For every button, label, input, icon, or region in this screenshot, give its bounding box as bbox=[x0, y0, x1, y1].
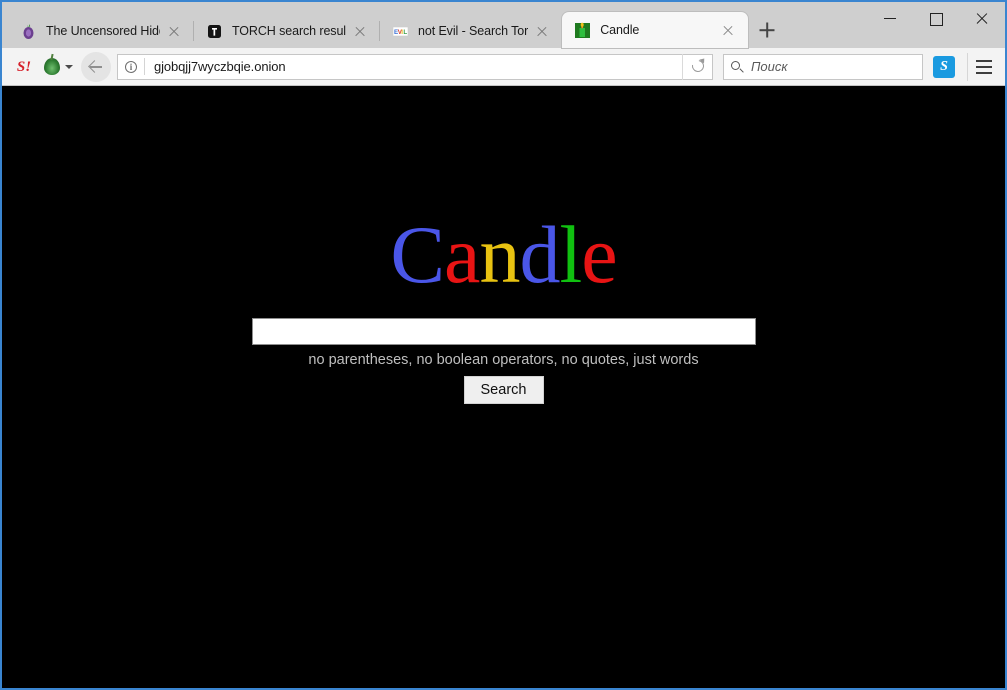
search-hint: no parentheses, no boolean operators, no… bbox=[308, 352, 699, 368]
new-tab-button[interactable] bbox=[752, 15, 782, 45]
browser-window: The Uncensored Hidde... TORCH search res… bbox=[0, 0, 1007, 690]
tab-close-icon[interactable] bbox=[718, 20, 738, 40]
title-bar: The Uncensored Hidde... TORCH search res… bbox=[2, 0, 1005, 48]
tab-candle[interactable]: Candle bbox=[562, 12, 749, 48]
back-button[interactable] bbox=[81, 51, 111, 82]
tab-close-icon[interactable] bbox=[350, 21, 370, 41]
url-input[interactable]: gjobqjj7wyczbqie.onion bbox=[145, 59, 682, 74]
search-icon bbox=[724, 55, 748, 79]
hamburger-menu-icon[interactable] bbox=[967, 52, 997, 81]
sputnik-letter: S bbox=[16, 58, 26, 75]
info-glyph: i bbox=[125, 60, 137, 73]
site-info-icon[interactable]: i bbox=[118, 55, 144, 79]
chevron-down-icon[interactable] bbox=[65, 64, 73, 69]
back-arrow-icon bbox=[90, 66, 102, 68]
tab-label: Candle bbox=[600, 23, 640, 37]
url-bar[interactable]: i gjobqjj7wyczbqie.onion bbox=[117, 53, 713, 80]
torch-icon bbox=[206, 23, 223, 40]
menu-line bbox=[976, 71, 992, 74]
sputnik-extension-icon[interactable]: S! bbox=[10, 53, 38, 81]
onion-icon[interactable] bbox=[44, 58, 73, 75]
search-button[interactable]: Search bbox=[463, 376, 544, 404]
window-controls bbox=[867, 2, 1005, 34]
tab-label: not Evil - Search Tor bbox=[418, 24, 529, 38]
navigation-toolbar: S! i gjobqjj7wyczbqie.onion Поиск S bbox=[2, 48, 1005, 86]
search-form: no parentheses, no boolean operators, no… bbox=[2, 318, 1005, 404]
minimize-button[interactable] bbox=[867, 2, 913, 34]
tab-strip: The Uncensored Hidde... TORCH search res… bbox=[8, 12, 782, 48]
candle-logo-letter-0: C bbox=[390, 209, 445, 300]
browser-search-bar[interactable]: Поиск bbox=[723, 53, 923, 80]
page-viewport: Candle no parentheses, no boolean operat… bbox=[2, 86, 1005, 688]
sputnik-accent: ! bbox=[25, 58, 32, 75]
reload-icon[interactable] bbox=[682, 53, 712, 80]
menu-line bbox=[976, 59, 992, 62]
tab-label: The Uncensored Hidde... bbox=[46, 24, 160, 38]
onion-glyph bbox=[44, 58, 60, 75]
candle-logo: Candle bbox=[2, 214, 1005, 296]
candle-icon bbox=[574, 22, 591, 39]
candle-logo-letter-5: e bbox=[581, 209, 617, 300]
notevil-icon: E V I L bbox=[392, 23, 409, 40]
skype-extension-icon[interactable]: S bbox=[933, 55, 955, 78]
search-handle bbox=[739, 67, 744, 73]
svg-text:L: L bbox=[403, 29, 407, 36]
candle-logo-letter-1: a bbox=[444, 209, 480, 300]
tor-onion-icon bbox=[20, 23, 37, 40]
candle-logo-letter-2: n bbox=[479, 209, 520, 300]
maximize-button[interactable] bbox=[913, 2, 959, 34]
search-input[interactable] bbox=[251, 318, 756, 345]
tab-torch-search-results[interactable]: TORCH search results f... bbox=[194, 14, 380, 48]
tab-the-uncensored-hidden-wiki[interactable]: The Uncensored Hidde... bbox=[8, 14, 194, 48]
close-button[interactable] bbox=[959, 2, 1005, 34]
browser-search-input[interactable]: Поиск bbox=[748, 59, 788, 74]
tab-close-icon[interactable] bbox=[532, 21, 552, 41]
tab-label: TORCH search results f... bbox=[232, 24, 346, 38]
menu-line bbox=[976, 65, 992, 68]
candle-home: Candle no parentheses, no boolean operat… bbox=[2, 214, 1005, 404]
tab-not-evil-search-tor[interactable]: E V I L not Evil - Search Tor bbox=[380, 14, 563, 48]
candle-logo-letter-4: l bbox=[559, 209, 582, 300]
candle-logo-letter-3: d bbox=[519, 209, 560, 300]
tab-close-icon[interactable] bbox=[164, 21, 184, 41]
